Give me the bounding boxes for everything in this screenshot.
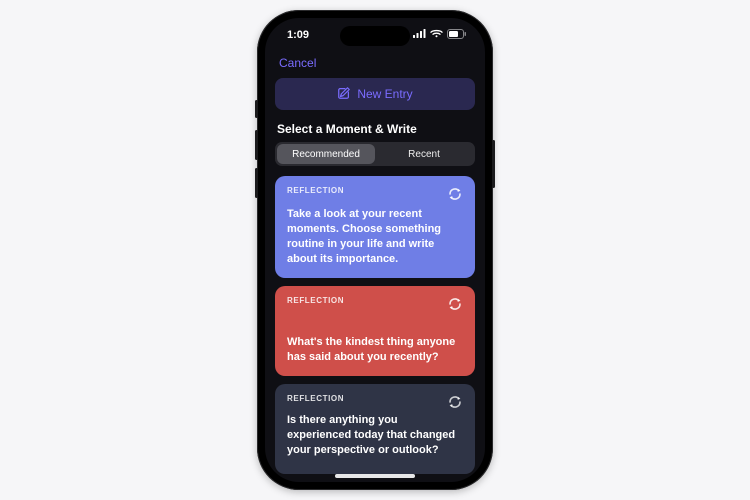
wifi-icon: [430, 29, 443, 41]
dynamic-island: [340, 26, 410, 46]
page-title: Select a Moment & Write: [277, 122, 473, 136]
reflection-card[interactable]: REFLECTION What's the kindest thing anyo…: [275, 286, 475, 376]
card-category: REFLECTION: [287, 296, 463, 305]
mute-switch: [255, 100, 258, 118]
segment-control: Recommended Recent: [275, 142, 475, 166]
clock: 1:09: [287, 29, 309, 41]
reflection-card[interactable]: REFLECTION Is there anything you experie…: [275, 384, 475, 474]
new-entry-label: New Entry: [357, 87, 412, 101]
cancel-button[interactable]: Cancel: [275, 52, 320, 78]
refresh-icon[interactable]: [445, 184, 465, 204]
screen: 1:09 Cancel New Entry S: [265, 18, 485, 482]
volume-down-button: [255, 168, 258, 198]
card-prompt: What's the kindest thing anyone has said…: [287, 329, 463, 365]
compose-icon: [337, 86, 351, 103]
refresh-icon[interactable]: [445, 392, 465, 412]
reflection-card[interactable]: REFLECTION Take a look at your recent mo…: [275, 176, 475, 278]
refresh-icon[interactable]: [445, 294, 465, 314]
card-category: REFLECTION: [287, 186, 463, 195]
card-prompt: Is there anything you experienced today …: [287, 407, 463, 458]
battery-icon: [447, 29, 467, 42]
new-entry-button[interactable]: New Entry: [275, 78, 475, 110]
card-prompt: Take a look at your recent moments. Choo…: [287, 201, 463, 266]
phone-frame: 1:09 Cancel New Entry S: [257, 10, 493, 490]
card-category: REFLECTION: [287, 394, 463, 403]
home-indicator[interactable]: [335, 474, 415, 478]
power-button: [492, 140, 495, 188]
tab-recent[interactable]: Recent: [375, 144, 473, 164]
tab-recommended[interactable]: Recommended: [277, 144, 375, 164]
volume-up-button: [255, 130, 258, 160]
cellular-icon: [413, 29, 426, 41]
